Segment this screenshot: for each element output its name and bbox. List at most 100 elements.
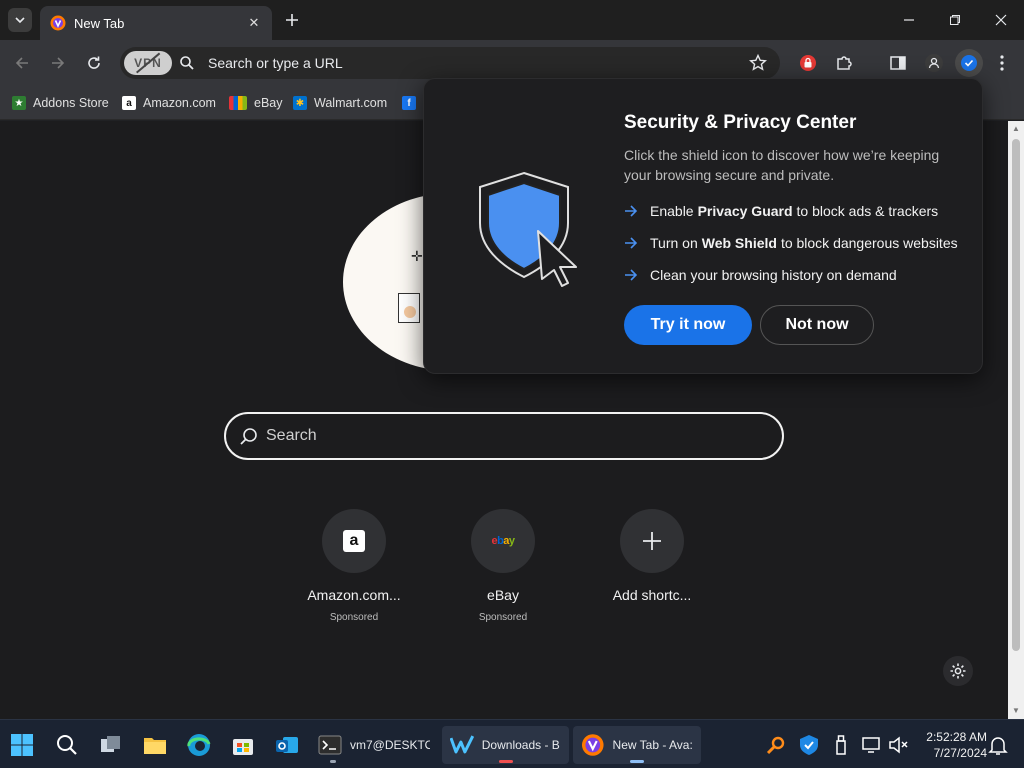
- back-arrow-icon: [15, 57, 28, 69]
- system-clock[interactable]: 2:52:28 AM 7/27/2024: [915, 729, 987, 761]
- shortcut-label: eBay: [487, 587, 519, 603]
- not-now-button[interactable]: Not now: [760, 305, 874, 345]
- feature-text: to block dangerous websites: [780, 235, 958, 251]
- shortcut-ebay[interactable]: ebay eBay Sponsored: [443, 509, 563, 623]
- document-illustration-icon: [398, 293, 420, 323]
- feature-bold: Privacy Guard: [697, 203, 793, 219]
- new-tab-button[interactable]: [281, 9, 303, 31]
- magnifier-tray-icon: [766, 736, 785, 755]
- tab-search-button[interactable]: [8, 8, 32, 32]
- try-it-now-button[interactable]: Try it now: [624, 305, 752, 345]
- shield-tray-icon: [800, 735, 818, 755]
- reload-button[interactable]: [82, 51, 106, 75]
- network-icon: [862, 737, 880, 753]
- search-icon: [180, 56, 194, 70]
- shortcut-icon-circle: [620, 509, 684, 573]
- bookmark-label: Amazon.com: [143, 96, 216, 110]
- store-icon: [233, 739, 253, 755]
- taskbar-item-label: Downloads - B: [481, 738, 560, 752]
- close-tab-icon[interactable]: ✕: [246, 15, 262, 31]
- amazon-icon: a: [343, 530, 365, 552]
- task-view-button[interactable]: [99, 726, 123, 764]
- minimize-button[interactable]: [886, 0, 932, 40]
- bookmark-addons-store[interactable]: ★ Addons Store: [12, 92, 109, 114]
- notifications-button[interactable]: [986, 726, 1010, 764]
- avast-browser-icon: [581, 734, 604, 756]
- bookmark-label: Addons Store: [33, 96, 109, 110]
- bookmark-facebook[interactable]: f: [402, 92, 423, 114]
- terminal-icon: [318, 735, 342, 755]
- sparkle-icon: ✛: [411, 248, 423, 264]
- tray-usb[interactable]: [829, 726, 853, 764]
- tray-search-app[interactable]: [764, 726, 788, 764]
- search-icon: [57, 735, 77, 755]
- lock-badge-icon: [800, 55, 816, 71]
- security-center-button[interactable]: [955, 49, 983, 77]
- menu-button[interactable]: [990, 51, 1014, 75]
- extensions-button[interactable]: [832, 51, 856, 75]
- plus-icon: [286, 14, 298, 26]
- feature-text: Enable: [650, 203, 694, 219]
- back-button[interactable]: [10, 51, 34, 75]
- tray-volume[interactable]: [886, 726, 910, 764]
- scrollbar-thumb[interactable]: [1012, 139, 1020, 651]
- bell-icon: [988, 737, 1008, 755]
- clock-date: 7/27/2024: [933, 746, 987, 760]
- address-bar[interactable]: VPN Search or type a URL: [120, 47, 780, 79]
- outlook-button[interactable]: [275, 726, 299, 764]
- edge-button[interactable]: [187, 726, 211, 764]
- sponsored-label: Sponsored: [478, 612, 528, 623]
- page-scrollbar[interactable]: ▲ ▼: [1008, 121, 1024, 719]
- privacy-lock-button[interactable]: [796, 51, 820, 75]
- downloads-app-icon: [450, 735, 474, 754]
- windows-taskbar: vm7@DESKTOI Downloads - B New Tab - Ava:…: [0, 719, 1024, 768]
- more-vertical-icon: [1000, 55, 1004, 71]
- addons-store-icon: ★: [12, 96, 26, 110]
- running-indicator: [330, 760, 336, 763]
- bookmark-ebay[interactable]: eBay: [229, 92, 283, 114]
- page-search-box[interactable]: [224, 412, 784, 460]
- vpn-toggle[interactable]: VPN: [124, 51, 172, 75]
- tray-security-app[interactable]: [797, 726, 821, 764]
- page-settings-button[interactable]: [943, 656, 973, 686]
- forward-arrow-icon: [52, 57, 65, 69]
- bookmark-walmart[interactable]: ✱ Walmart.com: [293, 92, 387, 114]
- volume-muted-icon: [889, 736, 908, 754]
- shortcut-label: Amazon.com...: [307, 587, 401, 603]
- close-icon: [995, 14, 1007, 26]
- page-search-input[interactable]: [266, 424, 766, 448]
- bookmark-amazon[interactable]: a Amazon.com: [122, 92, 216, 114]
- tab-new-tab[interactable]: New Tab ✕: [40, 6, 272, 40]
- feature-text: to block ads & trackers: [796, 203, 939, 219]
- maximize-button[interactable]: [932, 0, 978, 40]
- feature-web-shield: Turn on Web Shield to block dangerous we…: [624, 233, 958, 253]
- ebay-icon: ebay: [491, 535, 515, 547]
- file-explorer-button[interactable]: [143, 726, 167, 764]
- arrow-right-icon: [625, 205, 638, 217]
- chevron-down-icon: [15, 17, 25, 24]
- start-button[interactable]: [10, 726, 34, 764]
- terminal-taskbar-item[interactable]: vm7@DESKTOI: [318, 726, 430, 764]
- feature-clean-history: Clean your browsing history on demand: [624, 265, 897, 285]
- taskbar-search-button[interactable]: [55, 726, 79, 764]
- arrow-right-icon: [625, 237, 638, 249]
- profile-button[interactable]: [922, 51, 946, 75]
- shortcut-add[interactable]: Add shortc...: [592, 509, 712, 603]
- store-button[interactable]: [231, 726, 255, 764]
- bookmark-star-icon[interactable]: [748, 53, 768, 73]
- close-window-button[interactable]: [978, 0, 1024, 40]
- forward-button[interactable]: [46, 51, 70, 75]
- reload-icon: [88, 56, 100, 69]
- downloads-taskbar-item[interactable]: Downloads - B: [442, 726, 569, 764]
- scroll-down-icon[interactable]: ▼: [1012, 707, 1020, 715]
- running-indicator: [498, 760, 513, 763]
- feature-text: Clean your browsing history on demand: [650, 267, 897, 283]
- security-privacy-popup: Security & Privacy Center Click the shie…: [423, 78, 983, 374]
- avast-browser-taskbar-item[interactable]: New Tab - Ava:: [573, 726, 701, 764]
- shortcut-amazon[interactable]: a Amazon.com... Sponsored: [294, 509, 414, 623]
- plus-icon: [643, 532, 661, 550]
- scroll-up-icon[interactable]: ▲: [1012, 125, 1020, 133]
- tray-network[interactable]: [860, 726, 884, 764]
- bookmark-label: eBay: [254, 96, 283, 110]
- sidebar-button[interactable]: [886, 51, 910, 75]
